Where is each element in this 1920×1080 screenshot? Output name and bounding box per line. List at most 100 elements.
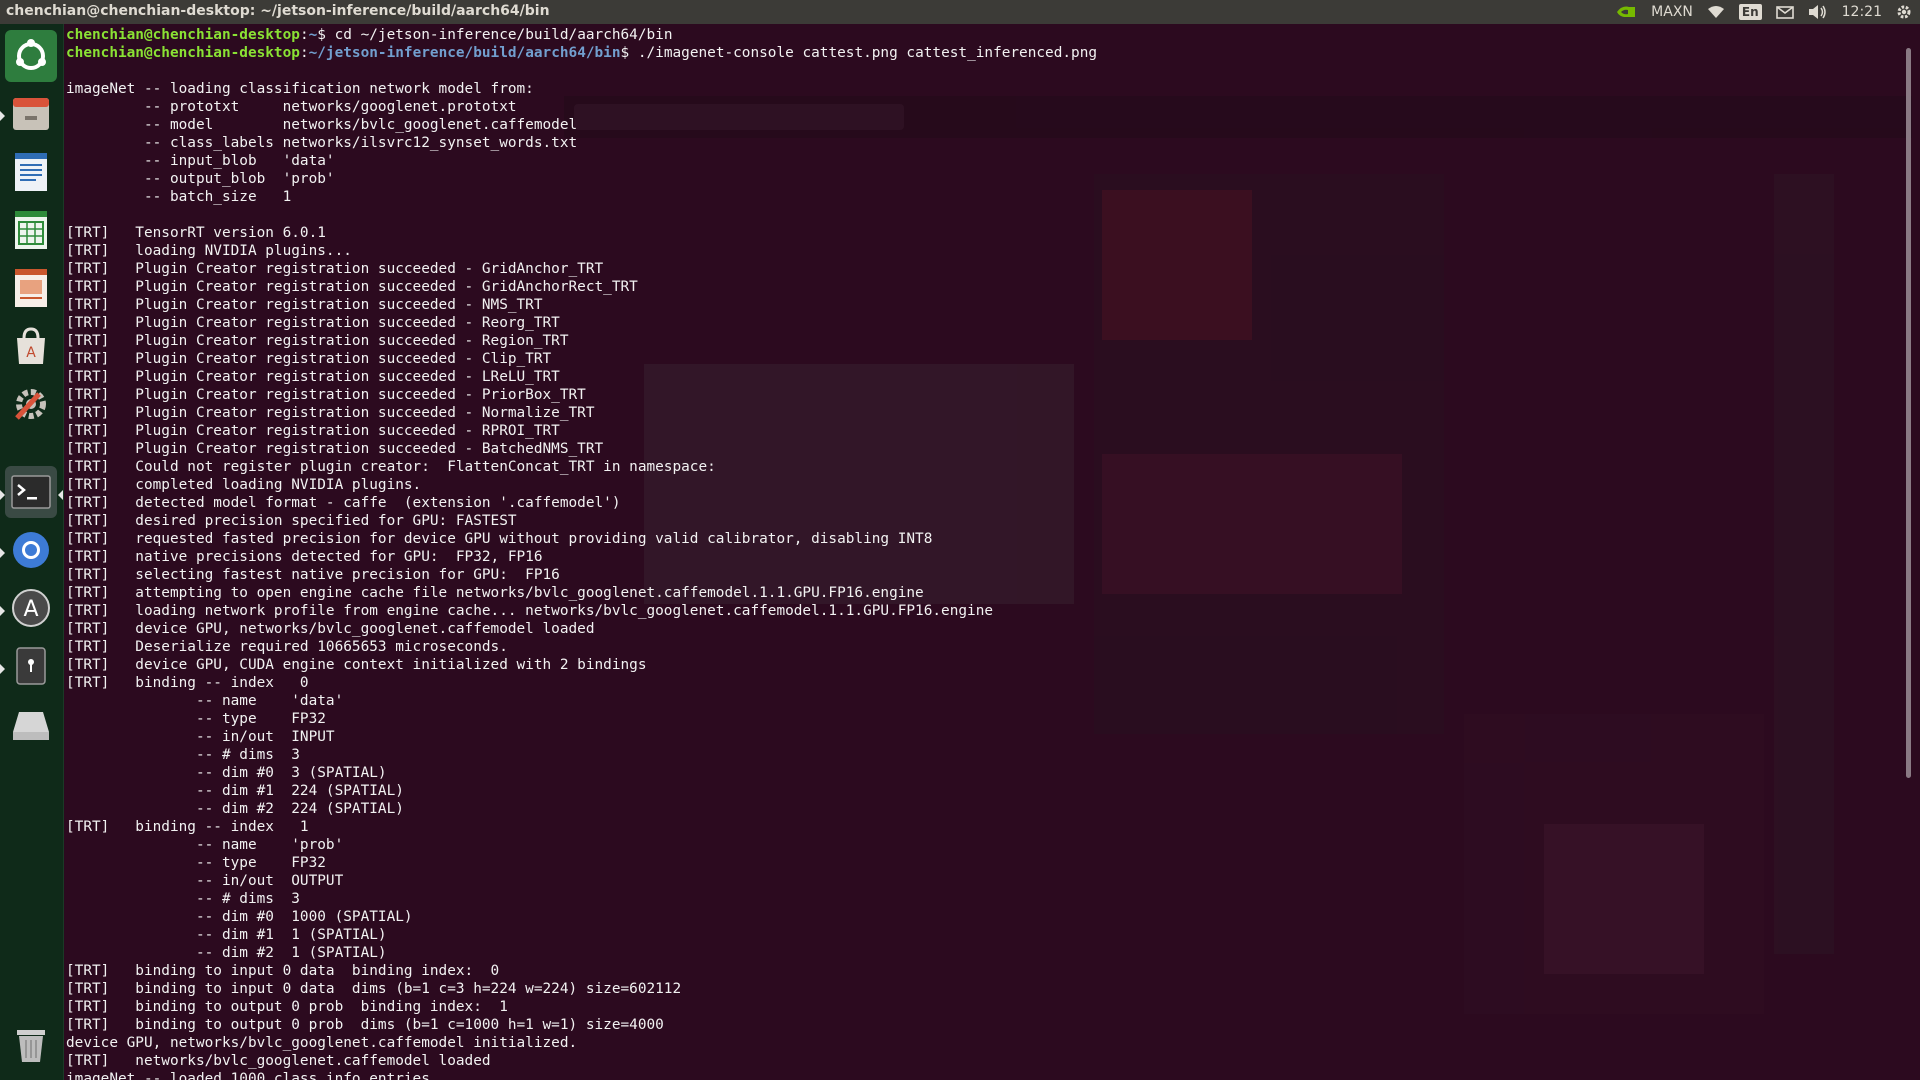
clock[interactable]: 12:21	[1842, 0, 1882, 24]
prompt-user: chenchian@chenchian-desktop	[66, 45, 300, 61]
output-line: [TRT] Plugin Creator registration succee…	[66, 423, 560, 439]
shopping-bag-icon: A	[17, 327, 45, 364]
launcher-chromium[interactable]	[5, 524, 57, 576]
launcher-terminal[interactable]	[5, 466, 57, 518]
prompt-path: ~/jetson-inference/build/aarch64/bin	[308, 45, 621, 61]
terminal-window[interactable]: chenchian@chenchian-desktop: ~$ cd ~/jets…	[64, 24, 1912, 1080]
output-line: -- model networks/bvlc_googlenet.caffemo…	[66, 117, 578, 133]
power-mode-label[interactable]: MAXN	[1651, 0, 1693, 24]
output-line: [TRT] Could not register plugin creator:…	[66, 459, 716, 475]
output-line: [TRT] Plugin Creator registration succee…	[66, 279, 638, 295]
output-line: -- # dims 3	[66, 891, 300, 907]
output-line: -- dim #0 1000 (SPATIAL)	[66, 909, 413, 925]
output-line: -- name 'data'	[66, 693, 344, 709]
launcher-updater[interactable]: A	[5, 582, 57, 634]
removable-drive-icon	[13, 712, 49, 740]
launcher-files[interactable]	[5, 88, 57, 140]
output-line: [TRT] completed loading NVIDIA plugins.	[66, 477, 422, 493]
output-line: [TRT] native precisions detected for GPU…	[66, 549, 543, 565]
usb-drive-icon	[16, 647, 46, 685]
running-indicator	[0, 606, 5, 616]
output-line: [TRT] Plugin Creator registration succee…	[66, 387, 586, 403]
launcher: A A	[0, 24, 64, 1080]
output-line: [TRT] Plugin Creator registration succee…	[66, 297, 543, 313]
mail-icon[interactable]	[1775, 0, 1794, 24]
output-line: [TRT] Plugin Creator registration succee…	[66, 441, 604, 457]
launcher-settings[interactable]	[5, 378, 57, 430]
launcher-dash[interactable]	[5, 30, 57, 82]
launcher-impress[interactable]	[5, 262, 57, 314]
output-line: [TRT] attempting to open engine cache fi…	[66, 585, 924, 601]
launcher-usb[interactable]	[5, 640, 57, 692]
output-line: -- dim #1 1 (SPATIAL)	[66, 927, 387, 943]
launcher-drive[interactable]	[5, 698, 57, 750]
prompt-user: chenchian@chenchian-desktop	[66, 27, 300, 43]
output-line: [TRT] Plugin Creator registration succee…	[66, 351, 552, 367]
browser-icon	[13, 532, 49, 568]
output-line: [TRT] binding -- index 1	[66, 819, 309, 835]
gear-icon[interactable]	[1896, 0, 1912, 24]
output-line: [TRT] device GPU, networks/bvlc_googlene…	[66, 621, 595, 637]
launcher-calc[interactable]	[5, 204, 57, 256]
output-line: imageNet -- loading classification netwo…	[66, 81, 534, 97]
output-line: -- type FP32	[66, 711, 326, 727]
terminal-scrollbar[interactable]	[1904, 48, 1912, 1080]
window-title: chenchian@chenchian-desktop: ~/jetson-in…	[6, 3, 550, 19]
output-line: -- input_blob 'data'	[66, 153, 335, 169]
trash-icon	[17, 1030, 45, 1062]
output-line: -- # dims 3	[66, 747, 300, 763]
output-line: -- dim #0 3 (SPATIAL)	[66, 765, 387, 781]
output-line: [TRT] Plugin Creator registration succee…	[66, 405, 595, 421]
volume-icon[interactable]	[1808, 0, 1828, 24]
output-line: [TRT] Plugin Creator registration succee…	[66, 315, 560, 331]
output-line: -- type FP32	[66, 855, 326, 871]
ubuntu-logo-icon	[16, 39, 46, 70]
output-line: [TRT] Plugin Creator registration succee…	[66, 333, 569, 349]
svg-text:A: A	[23, 597, 38, 622]
output-line: [TRT] binding to input 0 data binding in…	[66, 963, 500, 979]
indicator-area: MAXN En 12:21	[1615, 0, 1912, 24]
output-line: -- batch_size 1	[66, 189, 292, 205]
output-line: [TRT] Plugin Creator registration succee…	[66, 261, 604, 277]
output-line: [TRT] requested fasted precision for dev…	[66, 531, 933, 547]
launcher-trash[interactable]	[5, 1018, 57, 1070]
keyboard-language-indicator[interactable]: En	[1738, 0, 1762, 24]
command-line-1: $ cd ~/jetson-inference/build/aarch64/bi…	[317, 27, 673, 43]
wifi-icon[interactable]	[1707, 0, 1725, 24]
output-line: [TRT] device GPU, CUDA engine context in…	[66, 657, 647, 673]
output-line: -- output_blob 'prob'	[66, 171, 335, 187]
output-line: [TRT] detected model format - caffe (ext…	[66, 495, 621, 511]
nvidia-icon[interactable]	[1615, 0, 1637, 24]
output-line: -- dim #1 224 (SPATIAL)	[66, 783, 404, 799]
svg-text:A: A	[26, 345, 36, 361]
output-line: [TRT] binding to input 0 data dims (b=1 …	[66, 981, 682, 997]
terminal-output[interactable]: chenchian@chenchian-desktop: ~$ cd ~/jets…	[66, 26, 1097, 1080]
output-line: -- name 'prob'	[66, 837, 344, 853]
output-line: [TRT] loading network profile from engin…	[66, 603, 994, 619]
launcher-writer[interactable]	[5, 146, 57, 198]
file-manager-icon	[13, 98, 49, 130]
output-line: [TRT] networks/bvlc_googlenet.caffemodel…	[66, 1053, 491, 1069]
prompt-separator: :	[299, 45, 309, 61]
output-line: imageNet -- loaded 1000 class info entri…	[66, 1071, 430, 1080]
output-line: [TRT] Plugin Creator registration succee…	[66, 369, 560, 385]
output-line: [TRT] selecting fastest native precision…	[66, 567, 560, 583]
output-lines: imageNet -- loading classification netwo…	[66, 81, 993, 1080]
scrollbar-thumb[interactable]	[1906, 48, 1911, 778]
output-line: [TRT] TensorRT version 6.0.1	[66, 225, 326, 241]
output-line: -- in/out OUTPUT	[66, 873, 344, 889]
focused-indicator	[58, 490, 63, 500]
output-line: -- in/out INPUT	[66, 729, 335, 745]
output-line: -- prototxt networks/googlenet.prototxt	[66, 99, 517, 115]
launcher-software[interactable]: A	[5, 320, 57, 372]
spreadsheet-icon	[15, 211, 47, 249]
language-label: En	[1738, 4, 1762, 20]
output-line: [TRT] binding to output 0 prob binding i…	[66, 999, 508, 1015]
output-line: -- dim #2 1 (SPATIAL)	[66, 945, 387, 961]
output-line: [TRT] desired precision specified for GP…	[66, 513, 517, 529]
prompt-path: ~	[308, 27, 318, 43]
output-line: device GPU, networks/bvlc_googlenet.caff…	[66, 1035, 578, 1051]
system-settings-icon	[15, 389, 46, 420]
running-indicator	[0, 664, 5, 674]
output-line: [TRT] loading NVIDIA plugins...	[66, 243, 352, 259]
